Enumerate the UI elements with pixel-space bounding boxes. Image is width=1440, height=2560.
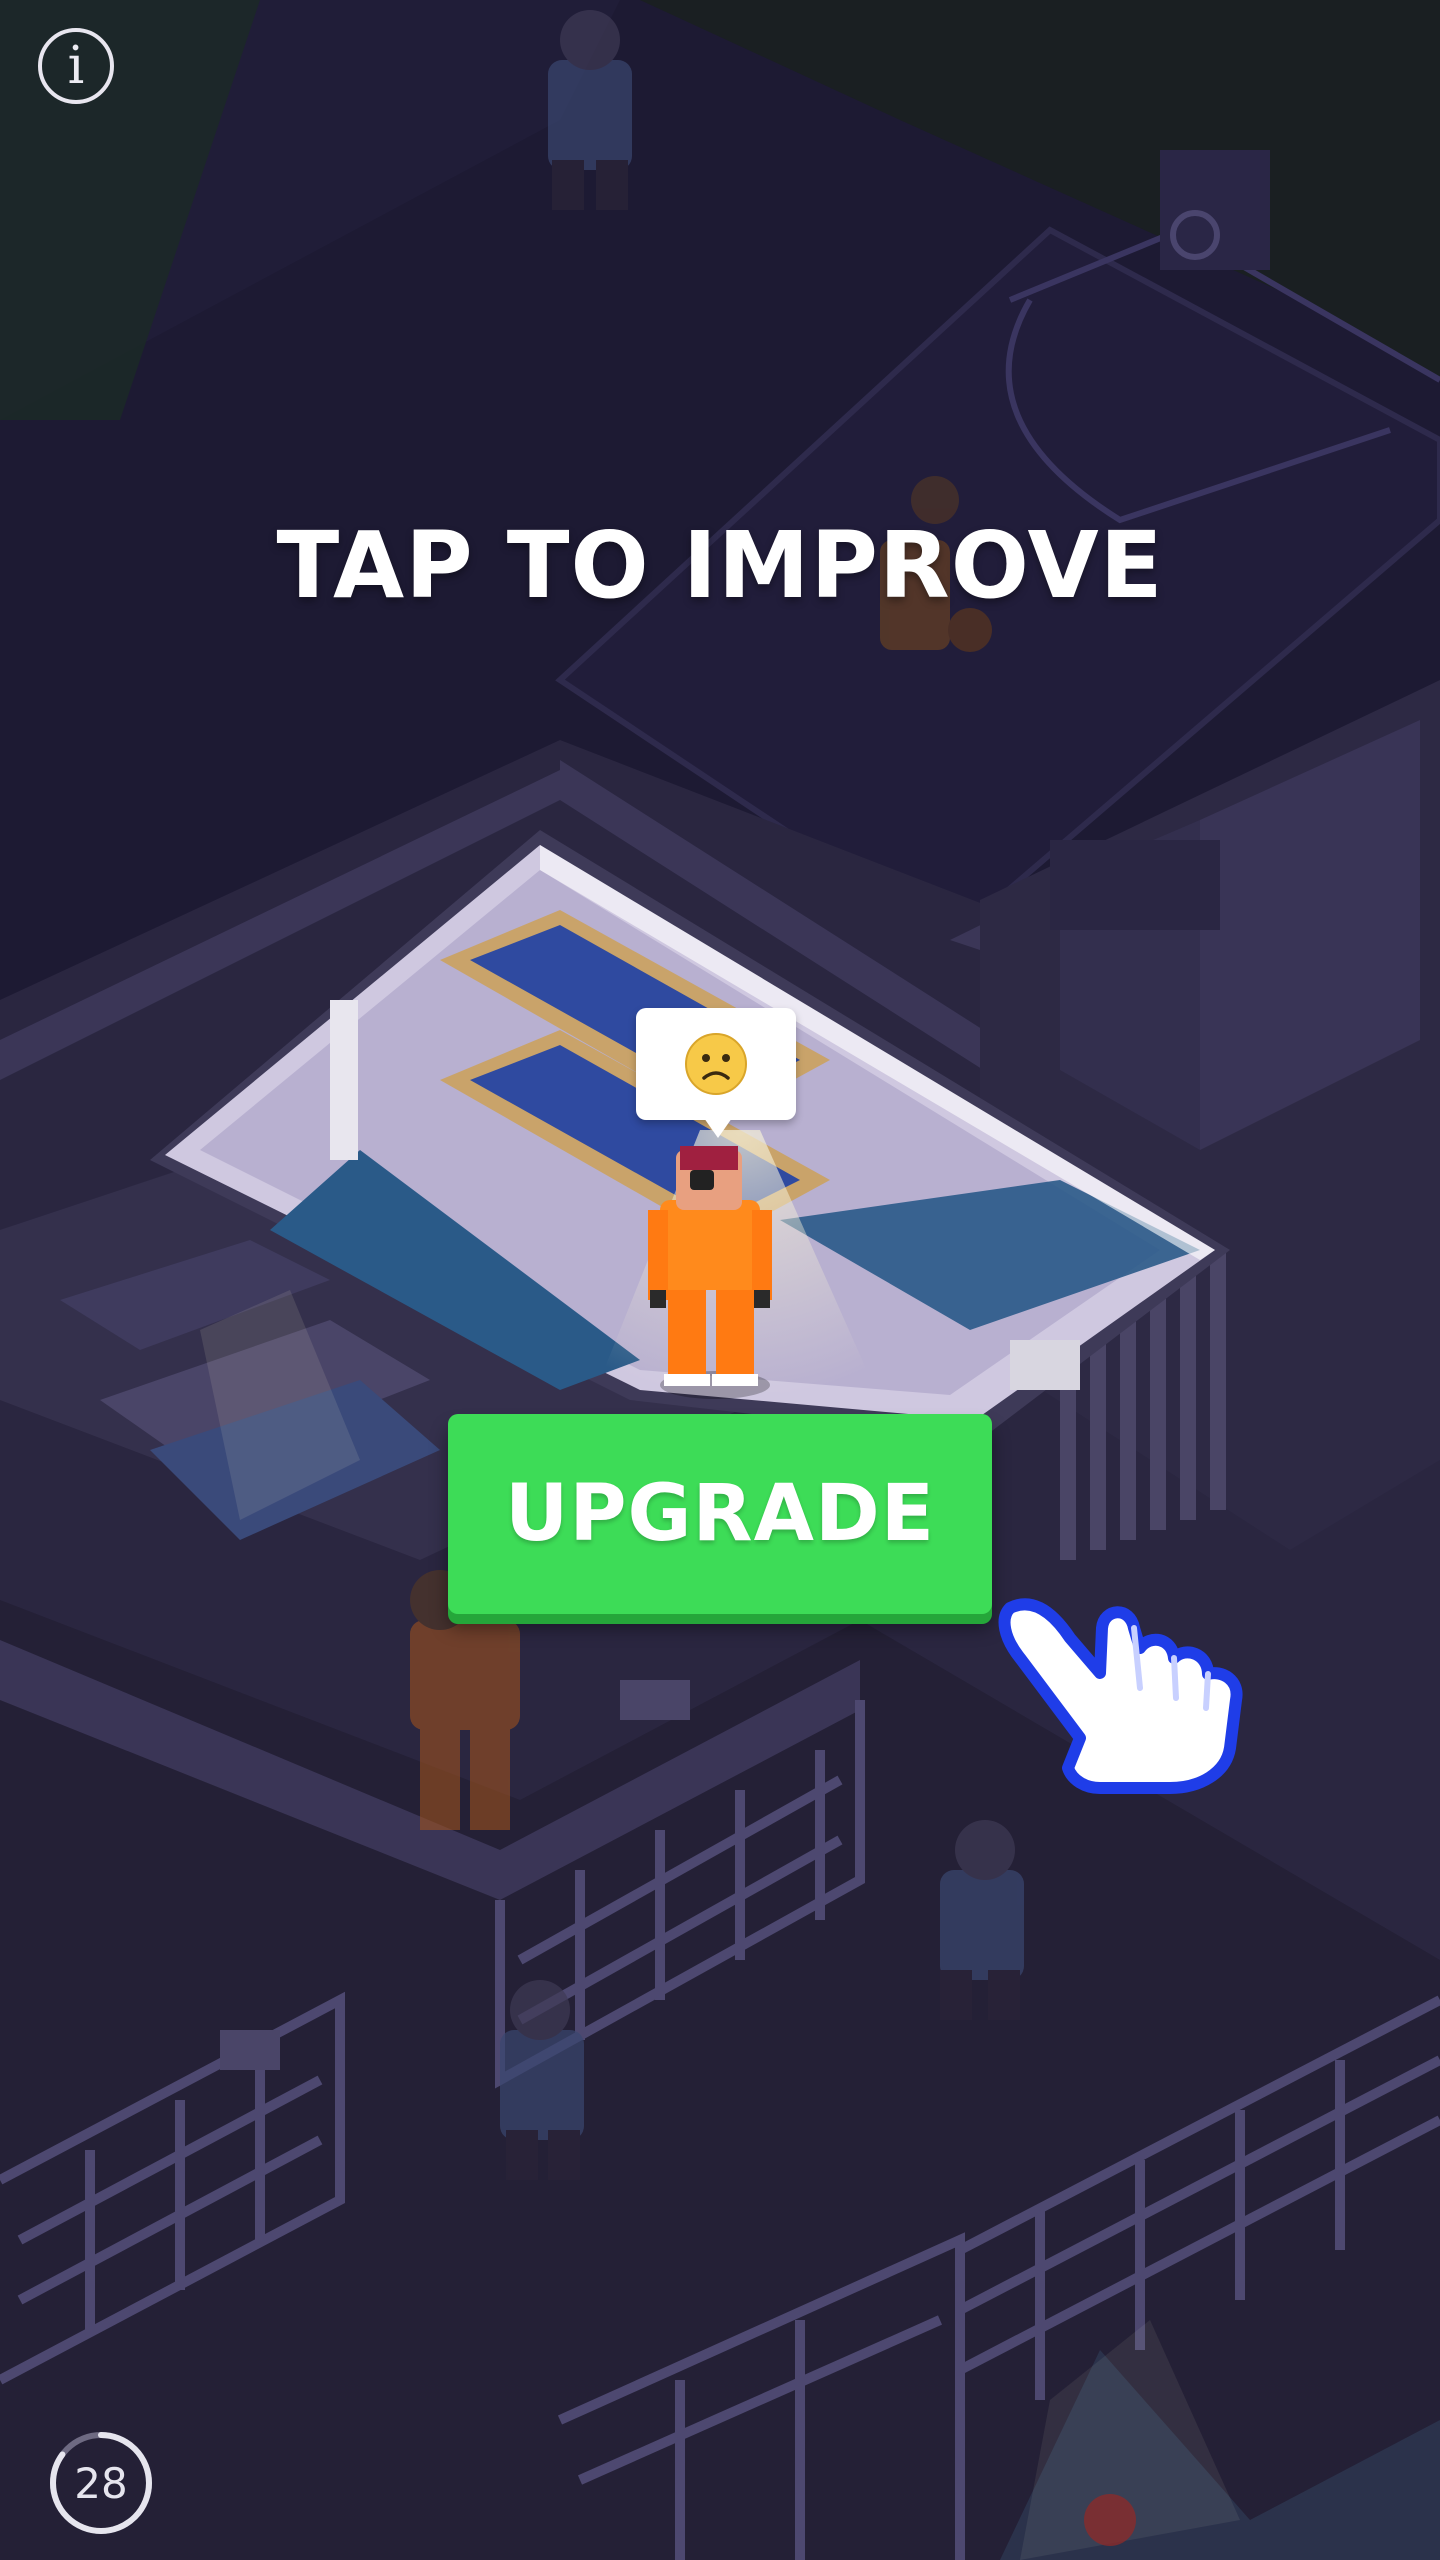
pointing-hand-icon [998,1598,1243,1794]
mood-bubble [636,1008,796,1138]
prison-scene[interactable] [0,0,1440,2560]
game-screen[interactable]: i TAP TO IMPROVE UPGRADE 28 [0,0,1440,2560]
timer-counter: 28 [74,2458,128,2508]
sad-face-icon [685,1033,747,1095]
info-button[interactable]: i [38,28,114,104]
upgrade-button[interactable]: UPGRADE [448,1414,992,1614]
tap-to-improve-title: TAP TO IMPROVE [276,512,1164,619]
